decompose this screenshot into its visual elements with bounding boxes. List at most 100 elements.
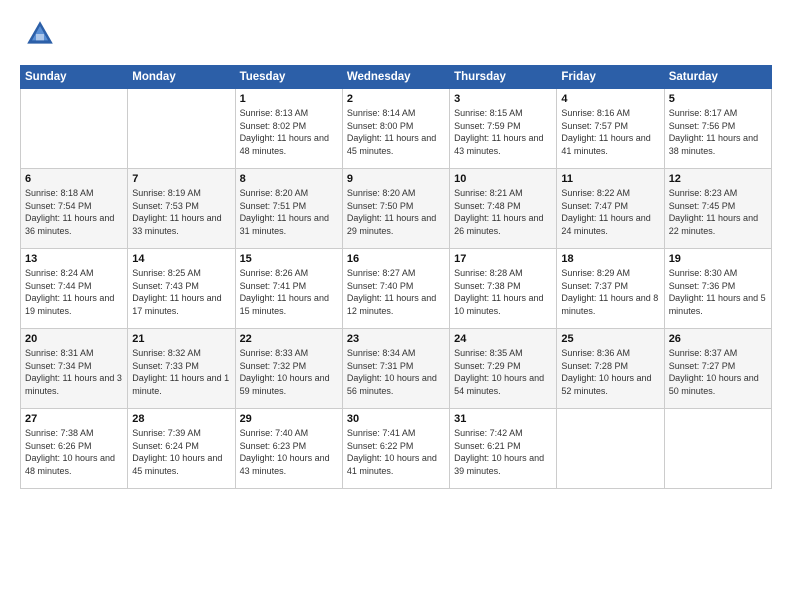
day-number: 21	[132, 333, 230, 345]
calendar-cell: 25 Sunrise: 8:36 AM Sunset: 7:28 PM Dayli…	[557, 329, 664, 409]
day-header-monday: Monday	[128, 66, 235, 89]
day-info: Sunrise: 8:18 AM Sunset: 7:54 PM Dayligh…	[25, 187, 123, 237]
calendar-cell: 10 Sunrise: 8:21 AM Sunset: 7:48 PM Dayli…	[450, 169, 557, 249]
calendar-cell: 3 Sunrise: 8:15 AM Sunset: 7:59 PM Daylig…	[450, 89, 557, 169]
calendar-header-row: SundayMondayTuesdayWednesdayThursdayFrid…	[21, 66, 772, 89]
day-info: Sunrise: 8:33 AM Sunset: 7:32 PM Dayligh…	[240, 347, 338, 397]
logo-icon	[24, 18, 56, 50]
day-number: 16	[347, 253, 445, 265]
calendar-cell: 28 Sunrise: 7:39 AM Sunset: 6:24 PM Dayli…	[128, 409, 235, 489]
day-number: 6	[25, 173, 123, 185]
day-number: 28	[132, 413, 230, 425]
day-number: 18	[561, 253, 659, 265]
day-info: Sunrise: 8:37 AM Sunset: 7:27 PM Dayligh…	[669, 347, 767, 397]
day-number: 14	[132, 253, 230, 265]
calendar-week-4: 27 Sunrise: 7:38 AM Sunset: 6:26 PM Dayli…	[21, 409, 772, 489]
day-info: Sunrise: 8:15 AM Sunset: 7:59 PM Dayligh…	[454, 107, 552, 157]
day-number: 11	[561, 173, 659, 185]
day-number: 23	[347, 333, 445, 345]
day-info: Sunrise: 8:16 AM Sunset: 7:57 PM Dayligh…	[561, 107, 659, 157]
calendar-cell: 8 Sunrise: 8:20 AM Sunset: 7:51 PM Daylig…	[235, 169, 342, 249]
day-info: Sunrise: 8:13 AM Sunset: 8:02 PM Dayligh…	[240, 107, 338, 157]
day-info: Sunrise: 8:20 AM Sunset: 7:51 PM Dayligh…	[240, 187, 338, 237]
day-info: Sunrise: 7:38 AM Sunset: 6:26 PM Dayligh…	[25, 427, 123, 477]
day-info: Sunrise: 7:42 AM Sunset: 6:21 PM Dayligh…	[454, 427, 552, 477]
day-number: 31	[454, 413, 552, 425]
day-info: Sunrise: 8:14 AM Sunset: 8:00 PM Dayligh…	[347, 107, 445, 157]
day-header-sunday: Sunday	[21, 66, 128, 89]
day-info: Sunrise: 8:35 AM Sunset: 7:29 PM Dayligh…	[454, 347, 552, 397]
calendar-cell: 12 Sunrise: 8:23 AM Sunset: 7:45 PM Dayli…	[664, 169, 771, 249]
day-info: Sunrise: 8:36 AM Sunset: 7:28 PM Dayligh…	[561, 347, 659, 397]
logo	[20, 18, 58, 55]
day-info: Sunrise: 8:26 AM Sunset: 7:41 PM Dayligh…	[240, 267, 338, 317]
day-number: 27	[25, 413, 123, 425]
day-number: 25	[561, 333, 659, 345]
day-header-saturday: Saturday	[664, 66, 771, 89]
day-number: 15	[240, 253, 338, 265]
calendar-cell: 19Sunrise: 8:30 AM Sunset: 7:36 PM Dayli…	[664, 249, 771, 329]
calendar-cell: 23 Sunrise: 8:34 AM Sunset: 7:31 PM Dayli…	[342, 329, 449, 409]
calendar-cell	[21, 89, 128, 169]
day-number: 26	[669, 333, 767, 345]
header	[20, 18, 772, 55]
calendar-cell: 17Sunrise: 8:28 AM Sunset: 7:38 PM Dayli…	[450, 249, 557, 329]
day-number: 5	[669, 93, 767, 105]
calendar-cell	[664, 409, 771, 489]
day-info: Sunrise: 8:25 AM Sunset: 7:43 PM Dayligh…	[132, 267, 230, 317]
day-info: Sunrise: 8:31 AM Sunset: 7:34 PM Dayligh…	[25, 347, 123, 397]
calendar-cell	[128, 89, 235, 169]
day-info: Sunrise: 8:19 AM Sunset: 7:53 PM Dayligh…	[132, 187, 230, 237]
day-header-wednesday: Wednesday	[342, 66, 449, 89]
day-number: 9	[347, 173, 445, 185]
day-number: 10	[454, 173, 552, 185]
day-info: Sunrise: 8:17 AM Sunset: 7:56 PM Dayligh…	[669, 107, 767, 157]
day-info: Sunrise: 8:23 AM Sunset: 7:45 PM Dayligh…	[669, 187, 767, 237]
calendar-cell: 29 Sunrise: 7:40 AM Sunset: 6:23 PM Dayli…	[235, 409, 342, 489]
calendar-cell: 22 Sunrise: 8:33 AM Sunset: 7:32 PM Dayli…	[235, 329, 342, 409]
day-info: Sunrise: 8:20 AM Sunset: 7:50 PM Dayligh…	[347, 187, 445, 237]
calendar-week-2: 13Sunrise: 8:24 AM Sunset: 7:44 PM Dayli…	[21, 249, 772, 329]
day-info: Sunrise: 8:21 AM Sunset: 7:48 PM Dayligh…	[454, 187, 552, 237]
calendar-cell: 14 Sunrise: 8:25 AM Sunset: 7:43 PM Dayli…	[128, 249, 235, 329]
calendar-cell: 1 Sunrise: 8:13 AM Sunset: 8:02 PM Daylig…	[235, 89, 342, 169]
calendar-cell: 31 Sunrise: 7:42 AM Sunset: 6:21 PM Dayli…	[450, 409, 557, 489]
day-number: 17	[454, 253, 552, 265]
calendar-week-1: 6 Sunrise: 8:18 AM Sunset: 7:54 PM Daylig…	[21, 169, 772, 249]
day-number: 22	[240, 333, 338, 345]
calendar-cell: 27 Sunrise: 7:38 AM Sunset: 6:26 PM Dayli…	[21, 409, 128, 489]
calendar-cell: 4 Sunrise: 8:16 AM Sunset: 7:57 PM Daylig…	[557, 89, 664, 169]
calendar-cell: 11Sunrise: 8:22 AM Sunset: 7:47 PM Dayli…	[557, 169, 664, 249]
day-number: 24	[454, 333, 552, 345]
day-header-friday: Friday	[557, 66, 664, 89]
day-info: Sunrise: 7:39 AM Sunset: 6:24 PM Dayligh…	[132, 427, 230, 477]
calendar-cell: 26 Sunrise: 8:37 AM Sunset: 7:27 PM Dayli…	[664, 329, 771, 409]
day-number: 3	[454, 93, 552, 105]
calendar-cell: 24 Sunrise: 8:35 AM Sunset: 7:29 PM Dayli…	[450, 329, 557, 409]
calendar: SundayMondayTuesdayWednesdayThursdayFrid…	[20, 65, 772, 489]
calendar-cell: 20 Sunrise: 8:31 AM Sunset: 7:34 PM Dayli…	[21, 329, 128, 409]
day-number: 29	[240, 413, 338, 425]
day-info: Sunrise: 8:30 AM Sunset: 7:36 PM Dayligh…	[669, 267, 767, 317]
calendar-cell: 18 Sunrise: 8:29 AM Sunset: 7:37 PM Dayli…	[557, 249, 664, 329]
calendar-cell: 16Sunrise: 8:27 AM Sunset: 7:40 PM Dayli…	[342, 249, 449, 329]
calendar-cell: 5 Sunrise: 8:17 AM Sunset: 7:56 PM Daylig…	[664, 89, 771, 169]
day-number: 12	[669, 173, 767, 185]
calendar-cell: 9 Sunrise: 8:20 AM Sunset: 7:50 PM Daylig…	[342, 169, 449, 249]
day-number: 8	[240, 173, 338, 185]
day-header-tuesday: Tuesday	[235, 66, 342, 89]
day-number: 7	[132, 173, 230, 185]
day-header-thursday: Thursday	[450, 66, 557, 89]
calendar-week-0: 1 Sunrise: 8:13 AM Sunset: 8:02 PM Daylig…	[21, 89, 772, 169]
day-number: 1	[240, 93, 338, 105]
day-info: Sunrise: 8:24 AM Sunset: 7:44 PM Dayligh…	[25, 267, 123, 317]
calendar-cell: 2Sunrise: 8:14 AM Sunset: 8:00 PM Daylig…	[342, 89, 449, 169]
day-info: Sunrise: 7:40 AM Sunset: 6:23 PM Dayligh…	[240, 427, 338, 477]
day-info: Sunrise: 8:32 AM Sunset: 7:33 PM Dayligh…	[132, 347, 230, 397]
calendar-cell: 30Sunrise: 7:41 AM Sunset: 6:22 PM Dayli…	[342, 409, 449, 489]
day-info: Sunrise: 8:34 AM Sunset: 7:31 PM Dayligh…	[347, 347, 445, 397]
day-number: 20	[25, 333, 123, 345]
day-number: 4	[561, 93, 659, 105]
day-info: Sunrise: 8:29 AM Sunset: 7:37 PM Dayligh…	[561, 267, 659, 317]
calendar-cell: 13Sunrise: 8:24 AM Sunset: 7:44 PM Dayli…	[21, 249, 128, 329]
